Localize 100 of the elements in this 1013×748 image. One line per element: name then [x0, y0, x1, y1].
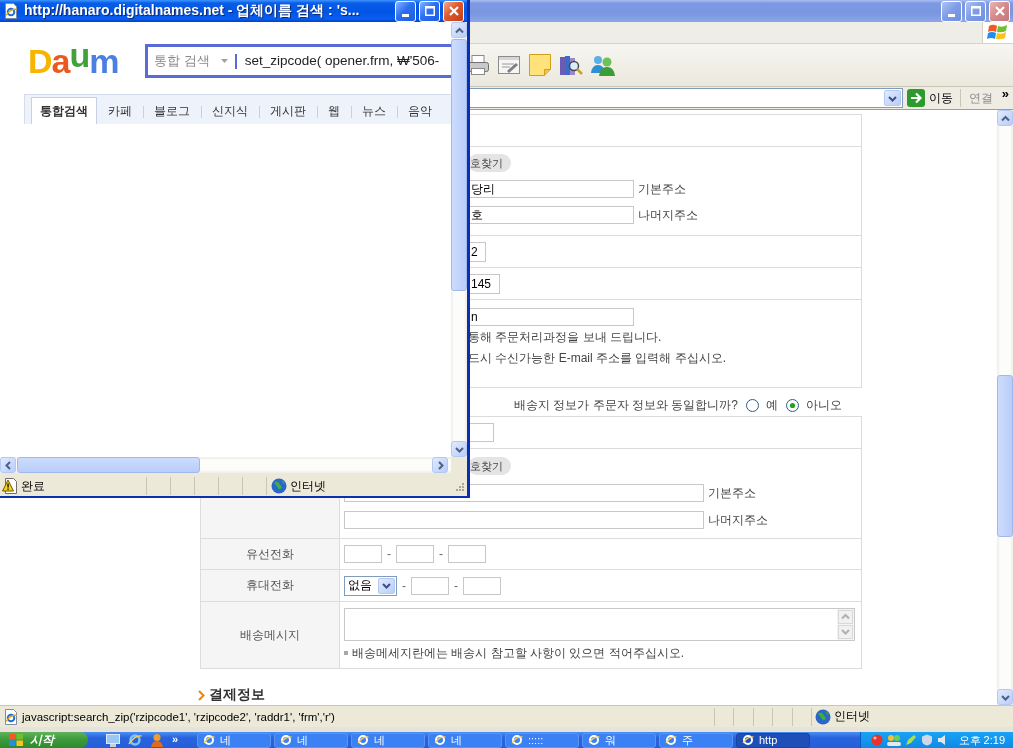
more-chevron[interactable]: »: [172, 733, 179, 745]
scroll-down-button[interactable]: [451, 441, 467, 457]
two-people-icon[interactable]: [590, 53, 616, 77]
tab[interactable]: 통합검색: [31, 97, 97, 124]
question-text: 배송지 정보가 주문자 정보와 동일합니까?: [514, 397, 738, 414]
tab[interactable]: 음악: [397, 97, 443, 124]
tab[interactable]: 뉴스: [351, 97, 397, 124]
phone-field[interactable]: [448, 545, 486, 563]
tab[interactable]: 게시판: [259, 97, 317, 124]
chevron-icon: [198, 689, 205, 701]
tab[interactable]: 블로그: [143, 97, 201, 124]
go-arrow-icon: [906, 89, 925, 107]
address-field[interactable]: 호: [468, 206, 634, 224]
browser-icon: [280, 734, 292, 746]
dash-separator: -: [438, 547, 444, 561]
scroll-down-button[interactable]: [997, 689, 1013, 705]
close-button[interactable]: [989, 0, 1010, 22]
scroll-left-button[interactable]: [0, 457, 16, 473]
find-button[interactable]: 호찾기: [468, 457, 511, 475]
maximize-button[interactable]: [419, 0, 440, 22]
browser-icon: [588, 734, 600, 746]
email-field[interactable]: n: [468, 308, 634, 326]
field-label: 나머지주소: [708, 511, 768, 529]
scrollbar-thumb[interactable]: [17, 457, 200, 473]
minimize-button[interactable]: [395, 0, 416, 22]
scroll-up-button[interactable]: [451, 22, 467, 38]
start-button[interactable]: 시작: [0, 732, 88, 748]
minimize-icon: [948, 13, 955, 17]
go-button[interactable]: 이동: [902, 88, 960, 108]
browser-page-icon: [3, 3, 19, 19]
field-label: 나머지주소: [638, 206, 698, 224]
vertical-scrollbar[interactable]: [997, 110, 1013, 705]
zone-text: 인터넷: [289, 477, 326, 495]
resize-grip-icon: [454, 480, 465, 492]
books-search-icon[interactable]: [559, 53, 583, 77]
maximize-icon: [424, 6, 435, 16]
warning-page-icon: [2, 478, 18, 494]
bullet-icon: [344, 651, 348, 655]
browser-icon: [511, 734, 523, 746]
row-label: 배송메시지: [201, 602, 340, 668]
task-button[interactable]: 네: [197, 732, 271, 748]
address-field[interactable]: 당리: [468, 180, 634, 198]
phone-field[interactable]: [411, 576, 449, 595]
scroll-up-button[interactable]: [997, 110, 1013, 126]
task-button[interactable]: 워: [582, 732, 656, 748]
search-field[interactable]: set_zipcode( opener.frm, ₩'506-: [244, 53, 451, 69]
clock: 오후 2:19: [957, 732, 1005, 748]
task-button[interactable]: 네: [274, 732, 348, 748]
ball-icon: [870, 734, 883, 746]
flag-logo-icon: [9, 734, 23, 746]
minimize-icon: [402, 13, 409, 17]
input-field[interactable]: [468, 423, 494, 442]
dropdown[interactable]: 없음: [344, 575, 397, 596]
close-icon: [448, 6, 459, 16]
more-chevron[interactable]: »: [999, 87, 1013, 101]
person-icon[interactable]: [150, 733, 164, 747]
phone-field[interactable]: [463, 576, 501, 595]
tab[interactable]: 웹: [317, 97, 351, 124]
find-button[interactable]: 호찾기: [468, 154, 511, 172]
search-scope-dropdown[interactable]: 통합 검색: [154, 52, 235, 70]
maximize-button[interactable]: [965, 0, 986, 22]
scrollbar-thumb[interactable]: [451, 39, 467, 291]
phone-field[interactable]: [396, 545, 434, 563]
radio-option[interactable]: 예: [746, 397, 778, 414]
tab[interactable]: 신지식: [201, 97, 259, 124]
tab[interactable]: 카페: [97, 97, 143, 124]
browser-icon: [434, 734, 446, 746]
phone-field[interactable]: 145: [468, 273, 500, 294]
task-button[interactable]: 네: [351, 732, 425, 748]
task-button[interactable]: :::::: [505, 732, 579, 748]
task-button[interactable]: 네: [428, 732, 502, 748]
status-text: 완료: [20, 477, 46, 495]
globe-icon: [271, 478, 287, 494]
desktop-icon[interactable]: [106, 733, 120, 747]
field-label: 기본주소: [638, 180, 686, 198]
task-button[interactable]: 주: [659, 732, 733, 748]
caret-icon: [220, 59, 228, 63]
dash-separator: -: [401, 578, 407, 593]
minimize-button[interactable]: [941, 0, 962, 22]
browser-icon[interactable]: [128, 733, 142, 747]
task-button[interactable]: http: [736, 732, 810, 748]
zone-text: 인터넷: [833, 708, 870, 725]
edit-window-icon[interactable]: [497, 54, 521, 76]
pencil-icon: [904, 734, 917, 746]
dash-separator: -: [386, 547, 392, 561]
section-heading: 결제정보: [209, 686, 265, 704]
horizontal-scrollbar[interactable]: [0, 457, 451, 473]
browser-icon: [203, 734, 215, 746]
radio-option[interactable]: 아니오: [786, 397, 842, 414]
vertical-scrollbar[interactable]: [451, 22, 467, 457]
scroll-right-button[interactable]: [432, 457, 448, 473]
browser-page-icon: [3, 708, 19, 725]
close-button[interactable]: [443, 0, 464, 22]
address-field[interactable]: [344, 511, 704, 529]
message-field[interactable]: [344, 607, 855, 641]
scrollbar-thumb[interactable]: [997, 375, 1013, 537]
note-text: 배송메세지란에는 배송시 참고할 사항이 있으면 적어주십시오.: [352, 644, 684, 662]
globe-icon: [815, 708, 831, 725]
note-icon[interactable]: [528, 53, 552, 77]
phone-field[interactable]: [344, 545, 382, 563]
